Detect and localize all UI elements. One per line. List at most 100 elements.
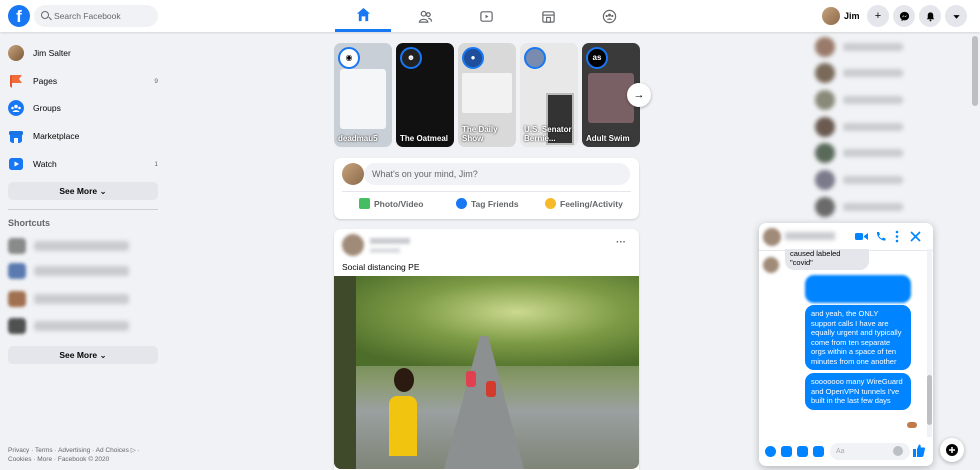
post-author [370,238,410,244]
contact-item[interactable] [815,90,955,110]
avatar [815,197,835,217]
tab-marketplace[interactable] [520,0,576,32]
messenger-icon [899,11,909,21]
tab-home[interactable] [335,0,391,32]
sidebar-item-profile[interactable]: Jim Salter [8,42,160,64]
chat-scrollbar[interactable] [927,249,932,437]
shortcut-item[interactable] [8,237,158,255]
shortcut-item[interactable] [8,262,158,280]
sidebar-item-label: Marketplace [33,131,80,141]
emoji-icon[interactable] [893,446,903,456]
see-more-button[interactable]: See More ⌄ [8,182,158,200]
status-input[interactable]: What's on your mind, Jim? [364,163,630,185]
sticker-icon[interactable] [797,446,808,457]
notifications-button[interactable] [919,5,941,27]
contact-name [843,176,903,184]
post-text: Social distancing PE [342,262,420,272]
photo-video-button[interactable]: Photo/Video [359,198,423,209]
story-label: Adult Swim [586,134,630,143]
create-button[interactable]: + [867,5,889,27]
home-icon [356,7,370,22]
phone-icon[interactable] [875,231,886,242]
tab-groups[interactable] [581,0,637,32]
tab-watch[interactable] [458,0,514,32]
gif-icon[interactable] [813,446,824,457]
scrollbar-thumb[interactable] [972,36,978,106]
facebook-logo[interactable]: f [8,5,30,27]
page-scrollbar[interactable] [970,32,980,470]
feeling-activity-button[interactable]: Feeling/Activity [545,198,623,209]
action-label: Tag Friends [471,198,519,209]
thumbs-up-icon[interactable] [913,444,925,457]
post-photo[interactable] [334,276,639,469]
contact-item[interactable] [815,37,955,57]
avatar [815,170,835,190]
chat-scrollbar-thumb[interactable] [927,375,932,425]
story-avatar: ☻ [400,47,422,69]
photo-icon [359,198,370,209]
messenger-button[interactable] [893,5,915,27]
account-menu-button[interactable] [945,5,967,27]
emoji-icon [545,198,556,209]
contact-item[interactable] [815,197,955,217]
story-card[interactable]: ☻ The Oatmeal [396,43,454,147]
watch-icon [479,10,493,22]
chat-contact-name[interactable] [785,232,835,240]
shortcut-thumbnail [8,263,26,279]
post-options-button[interactable]: ··· [616,237,626,248]
contact-item[interactable] [815,117,955,137]
avatar [342,163,364,185]
shortcut-thumbnail [8,291,26,307]
shortcut-label [34,321,129,331]
story-card[interactable]: U.S. Senator Bernie... [520,43,578,147]
sidebar-item-pages[interactable]: Pages 9 [8,70,160,92]
new-message-button[interactable] [940,438,964,462]
footer-links[interactable]: Privacy · Terms · Advertising · Ad Choic… [8,446,158,464]
child-pink-shirt [466,371,476,387]
flag-icon [10,75,22,88]
shortcut-item[interactable] [8,290,158,308]
contact-name [843,203,903,211]
story-card[interactable]: ● The Daily Show [458,43,516,147]
avatar [815,63,835,83]
image-icon[interactable] [781,446,792,457]
shortcut-label [34,294,129,304]
story-preview [340,69,386,129]
profile-button[interactable]: Jim [822,6,860,26]
shortcuts-see-more-button[interactable]: See More ⌄ [8,346,158,364]
chevron-down-icon: ⌄ [99,350,107,360]
sidebar-item-label: Jim Salter [33,48,71,58]
left-sidebar: Jim Salter Pages 9 Groups Marketplace Wa… [0,32,166,470]
close-icon[interactable] [910,231,921,242]
feed-post: ··· Social distancing PE [334,229,639,470]
child-red-shirt [486,381,496,397]
stories-next-button[interactable]: → [627,83,651,107]
add-icon[interactable] [765,446,776,457]
sidebar-item-groups[interactable]: Groups [8,97,160,119]
shortcut-label [34,241,129,251]
sidebar-item-watch[interactable]: Watch 1 [8,153,160,175]
sidebar-item-marketplace[interactable]: Marketplace [8,125,160,147]
story-preview [462,73,512,113]
shortcuts-heading: Shortcuts [8,218,51,228]
shortcut-item[interactable] [8,317,158,335]
search-icon [41,11,49,19]
compose-icon [946,444,958,456]
action-label: Photo/Video [374,198,424,209]
contact-item[interactable] [815,170,955,190]
more-options-icon[interactable] [894,230,900,243]
story-avatar: ● [462,47,484,69]
story-card[interactable]: ◉ deadmau5 [334,43,392,147]
tab-friends[interactable] [397,0,453,32]
search-placeholder: Search Facebook [54,11,121,21]
video-call-icon[interactable] [855,231,868,242]
child-yellow-shirt [389,396,417,456]
contact-item[interactable] [815,63,955,83]
avatar [815,117,835,137]
search-input[interactable]: Search Facebook [34,5,158,27]
avatar [815,37,835,57]
child-head [394,368,414,392]
tag-friends-button[interactable]: Tag Friends [456,198,519,209]
contact-item[interactable] [815,143,955,163]
divider [8,209,158,210]
